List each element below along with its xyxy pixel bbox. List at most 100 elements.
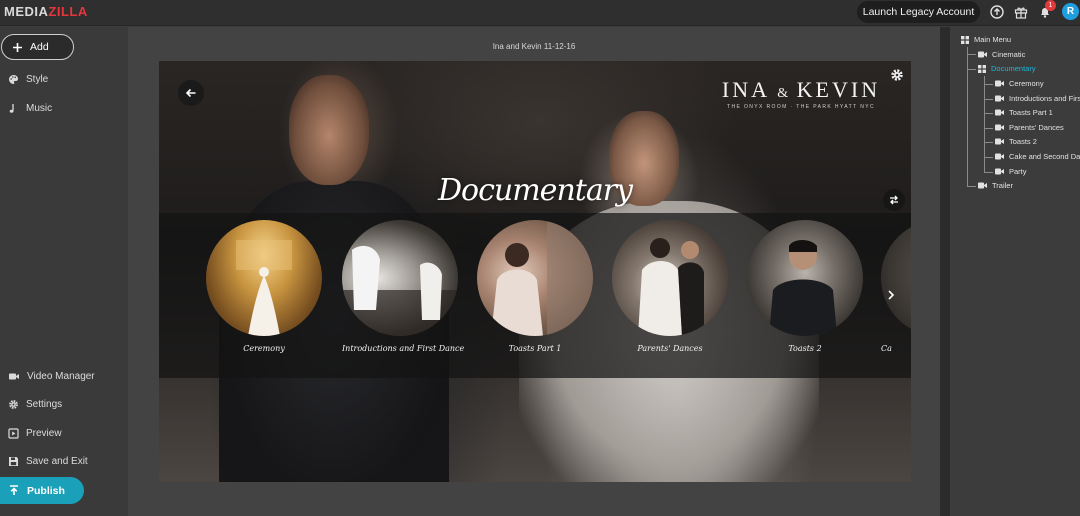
tree-item-label: Toasts 2 [1009,137,1037,146]
sidebar-item-label: Video Manager [27,370,95,382]
tree-item-documentary[interactable]: Documentary [978,62,1036,75]
tree-item-parents-dances[interactable]: Parents' Dances [995,121,1064,134]
chapter-label: Toasts 2 [788,344,822,353]
tree-connector [984,113,993,114]
add-button[interactable]: Add [1,34,74,60]
video-camera-icon [995,95,1004,102]
menu-tree: Main Menu Cinematic Documentary Ceremony… [950,27,1080,516]
video-camera-icon [995,168,1004,175]
upload-icon[interactable] [989,4,1005,20]
brand-name-left: INA [721,77,769,102]
chapter-label: Ceremony [243,344,285,353]
top-bar: MEDIAZILLA Launch Legacy Account 1 R [0,0,1080,26]
tree-item-main-menu[interactable]: Main Menu [961,33,1011,46]
logo-text-left: MEDIA [4,4,49,19]
tree-connector [967,47,968,187]
tree-item-label: Ceremony [1009,79,1044,88]
tree-connector [967,54,976,55]
logo-text-right: ZILLA [48,4,88,19]
sidebar-item-save-and-exit[interactable]: Save and Exit [0,450,128,472]
thumbnail-image [747,220,863,336]
sidebar-item-label: Music [26,102,53,114]
tree-item-label: Trailer [992,181,1013,190]
next-chapter-button[interactable] [883,284,899,306]
grid-icon [978,64,986,73]
tree-item-label: Main Menu [974,35,1012,44]
play-square-icon [8,427,19,439]
thumbnail-image [342,220,458,336]
brand-subtitle: THE ONYX ROOM · THE PARK HYATT NYC [727,104,875,110]
back-button[interactable] [178,80,204,106]
gear-icon [9,399,18,409]
grid-icon [961,35,969,44]
brand-logo: INA & KEVIN THE ONYX ROOM · THE PARK HYA… [711,77,891,110]
chapter-thumb-introductions[interactable]: Introductions and First Dance [342,220,465,353]
publish-upload-icon [10,485,18,495]
tree-item-toasts-part-1[interactable]: Toasts Part 1 [995,106,1053,119]
add-button-label: Add [30,41,49,53]
left-sidebar: Add Style Music Video Manager Settings P… [0,27,128,516]
tree-item-label: Cinematic [992,50,1026,59]
panel-divider[interactable] [940,27,950,516]
tree-item-label: Cake and Second Da... [1009,152,1080,161]
avatar[interactable]: R [1062,3,1079,20]
tree-item-label: Toasts Part 1 [1009,108,1053,117]
publish-button-label: Publish [27,484,65,497]
publish-button[interactable]: Publish [0,477,84,504]
video-camera-icon [995,80,1004,87]
tree-item-introductions[interactable]: Introductions and Firs... [995,92,1080,105]
tree-item-trailer[interactable]: Trailer [978,179,1013,192]
tree-item-ceremony[interactable]: Ceremony [995,77,1044,90]
thumbnail-image [881,220,911,336]
preview-title: Ina and Kevin 11-12-16 [492,42,576,51]
thumbnail-image [477,220,593,336]
plus-icon [13,42,22,52]
launch-legacy-account-button[interactable]: Launch Legacy Account [857,1,980,23]
tree-item-toasts-2[interactable]: Toasts 2 [995,135,1037,148]
sidebar-item-settings[interactable]: Settings [0,393,128,415]
chapter-thumb-toasts-part-1[interactable]: Toasts Part 1 [477,220,593,353]
chapter-label: Toasts Part 1 [508,344,562,353]
tree-item-label: Party [1009,167,1027,176]
brand-name-right: KEVIN [796,77,881,102]
tree-item-label: Documentary [991,64,1036,73]
notification-badge: 1 [1045,0,1056,11]
gear-icon [891,69,903,81]
tree-connector [984,157,993,158]
tree-item-cake-and-second-dance[interactable]: Cake and Second Da... [995,150,1080,163]
tree-item-label: Parents' Dances [1009,123,1064,132]
section-title: Documentary [438,173,633,208]
gift-icon[interactable] [1013,4,1029,20]
chapter-strip: Ceremony Introductions and First Dance T… [159,213,911,378]
video-camera-icon [9,373,19,379]
thumbnail-image [612,220,728,336]
logo[interactable]: MEDIAZILLA [4,4,88,19]
video-camera-icon [995,124,1004,131]
chevron-right-icon [888,290,895,300]
sidebar-item-preview[interactable]: Preview [0,422,128,444]
chapter-thumb-ceremony[interactable]: Ceremony [206,220,322,353]
chapter-thumb-toasts-2[interactable]: Toasts 2 [747,220,863,353]
tree-connector [984,142,993,143]
tree-connector [984,99,993,100]
video-camera-icon [995,153,1004,160]
video-camera-icon [978,182,987,189]
preview-area: Ina and Kevin 11-12-16 INA & KEVIN THE O… [128,27,940,516]
sidebar-item-style[interactable]: Style [0,68,128,90]
background-groom-head [289,75,369,185]
chapter-thumb-parents-dances[interactable]: Parents' Dances [612,220,728,353]
sidebar-item-video-manager[interactable]: Video Manager [0,365,128,387]
tree-connector [967,69,976,70]
sidebar-item-music[interactable]: Music [0,97,128,119]
music-note-icon [9,103,14,113]
tree-connector [984,172,993,173]
sidebar-item-label: Style [26,73,49,85]
palette-icon [9,74,19,84]
chapter-label: Introductions and First Dance [342,344,465,353]
thumbnail-image [206,220,322,336]
tree-connector [984,128,993,129]
arrow-left-icon [185,88,196,98]
canvas-settings-button[interactable] [889,67,905,83]
tree-item-party[interactable]: Party [995,165,1027,178]
tree-item-cinematic[interactable]: Cinematic [978,48,1025,61]
